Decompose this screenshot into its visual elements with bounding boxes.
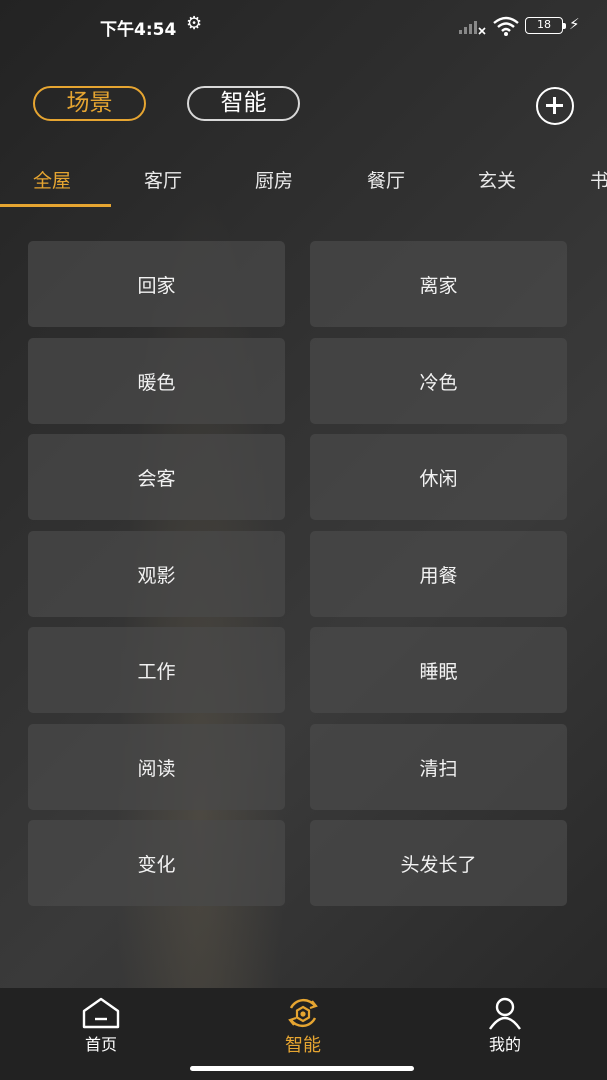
segment-smart[interactable]: 智能 [187, 86, 300, 121]
scene-card[interactable]: 阅读 [28, 724, 285, 810]
battery-tip [563, 23, 566, 29]
nav-home-label: 首页 [84, 1035, 117, 1054]
scene-card[interactable]: 用餐 [310, 531, 567, 617]
tab-study[interactable]: 书 [590, 166, 607, 193]
scene-card[interactable]: 回家 [28, 241, 285, 327]
signal-icon [459, 21, 486, 35]
scene-card[interactable]: 睡眠 [310, 627, 567, 713]
scene-label: 阅读 [137, 757, 176, 780]
scene-card[interactable]: 休闲 [310, 434, 567, 520]
nav-smart[interactable]: 智能 [243, 996, 363, 1057]
battery-icon: 18 [525, 17, 563, 34]
home-icon [82, 997, 120, 1029]
scene-label: 头发长了 [400, 853, 477, 876]
scene-card[interactable]: 观影 [28, 531, 285, 617]
nav-home[interactable]: 首页 [41, 996, 161, 1055]
scene-label: 清扫 [419, 757, 458, 780]
nav-mine-label: 我的 [488, 1035, 521, 1054]
scene-label: 用餐 [419, 564, 458, 587]
scene-card[interactable]: 工作 [28, 627, 285, 713]
tab-living-room[interactable]: 客厅 [144, 166, 182, 193]
wifi-icon [493, 16, 519, 36]
scene-label: 会客 [137, 467, 176, 490]
nav-mine[interactable]: 我的 [445, 996, 565, 1055]
scene-card[interactable]: 冷色 [310, 338, 567, 424]
scene-card[interactable]: 头发长了 [310, 820, 567, 906]
scene-label: 离家 [419, 274, 458, 297]
tab-kitchen[interactable]: 厨房 [255, 166, 293, 193]
scene-label: 睡眠 [419, 660, 458, 683]
status-bar: 下午4:54 ⚙ 18 ⚡ [0, 0, 607, 56]
scene-card[interactable]: 清扫 [310, 724, 567, 810]
scene-card[interactable]: 变化 [28, 820, 285, 906]
scene-label: 暖色 [137, 371, 176, 394]
scene-label: 工作 [137, 660, 176, 683]
tab-active-indicator [0, 204, 111, 207]
segment-scene-label: 场景 [66, 90, 113, 116]
home-indicator [190, 1066, 414, 1071]
status-time: 下午4:54 [100, 20, 177, 40]
room-tabs: 全屋 客厅 厨房 餐厅 玄关 书 [0, 160, 607, 210]
battery-level: 18 [537, 18, 551, 31]
tab-whole-house[interactable]: 全屋 [33, 166, 71, 193]
tab-dining-room[interactable]: 餐厅 [367, 166, 405, 193]
scene-card[interactable]: 暖色 [28, 338, 285, 424]
smart-icon [288, 998, 318, 1028]
scene-card[interactable]: 会客 [28, 434, 285, 520]
scene-label: 冷色 [419, 371, 458, 394]
scene-label: 观影 [137, 564, 176, 587]
nav-smart-label: 智能 [285, 1035, 321, 1056]
scene-label: 回家 [137, 274, 176, 297]
scene-card[interactable]: 离家 [310, 241, 567, 327]
segment-scene[interactable]: 场景 [33, 86, 146, 121]
scene-label: 变化 [137, 853, 176, 876]
scene-label: 休闲 [419, 467, 458, 490]
add-scene-button[interactable] [536, 87, 574, 125]
segment-smart-label: 智能 [220, 90, 267, 116]
tab-entrance[interactable]: 玄关 [478, 166, 516, 193]
charging-icon: ⚡ [569, 15, 580, 33]
gear-icon: ⚙ [186, 13, 203, 34]
user-icon [489, 997, 521, 1030]
